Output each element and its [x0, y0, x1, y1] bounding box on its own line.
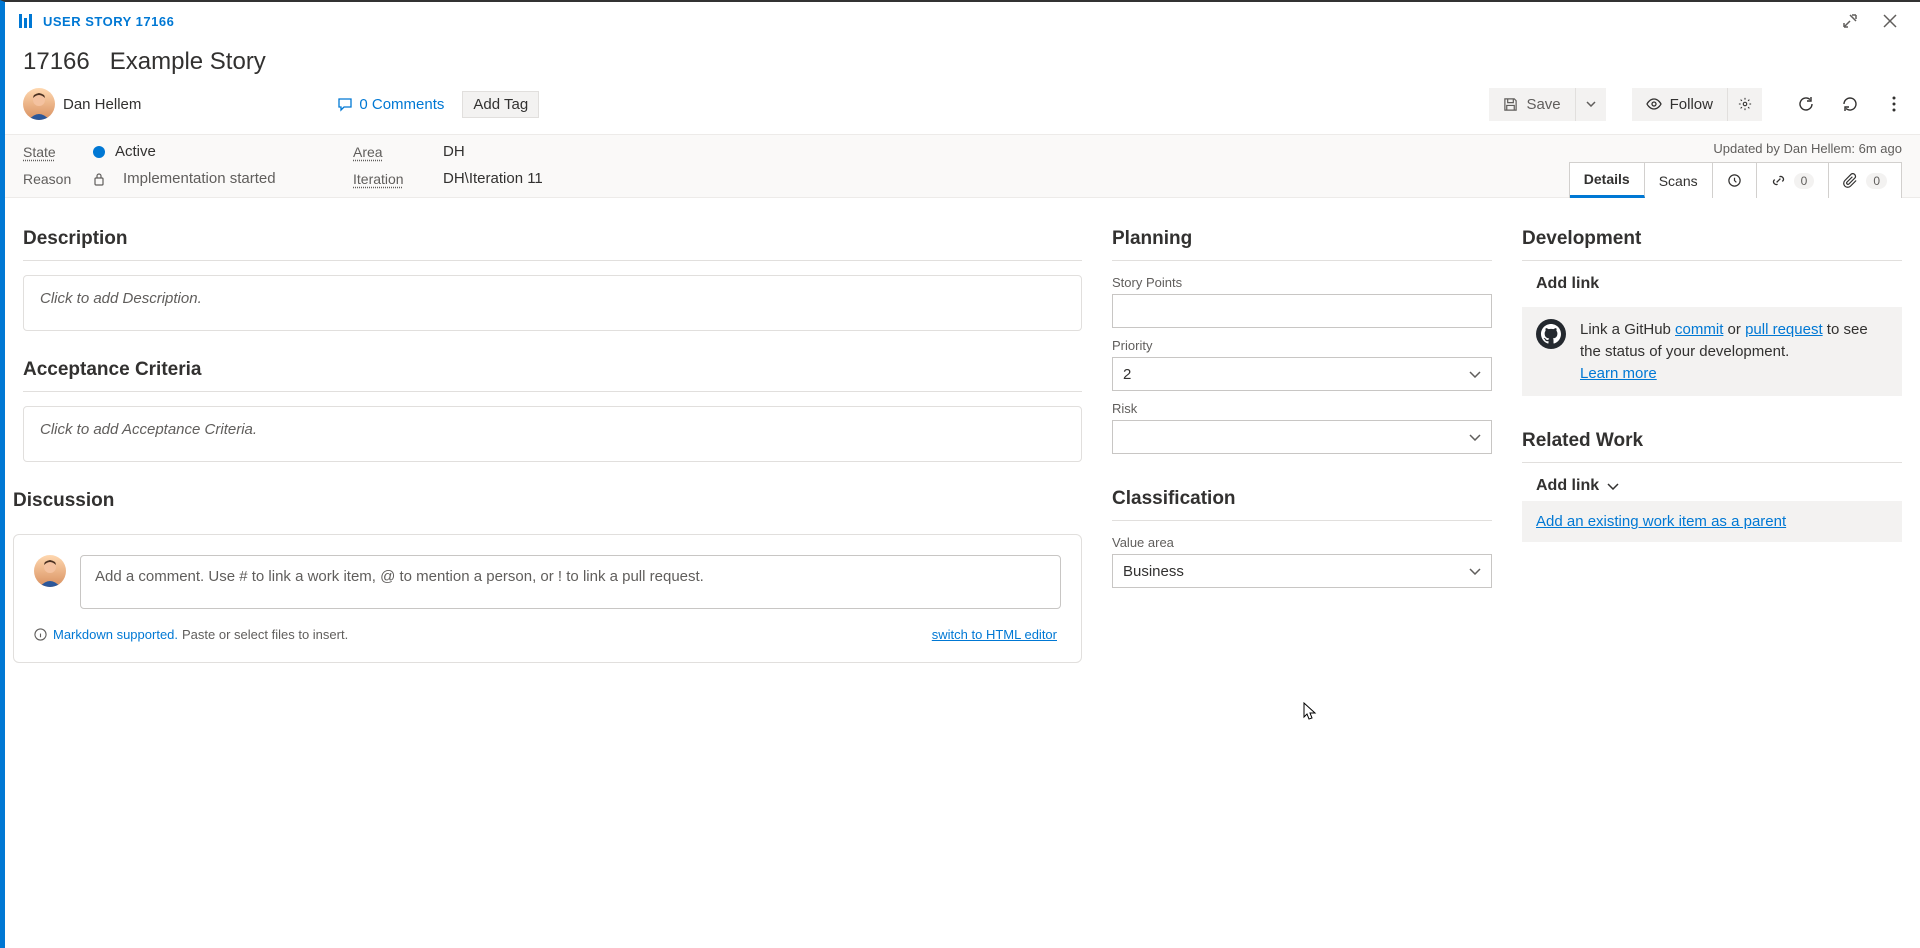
priority-label: Priority	[1112, 338, 1492, 353]
attachments-count: 0	[1866, 173, 1887, 189]
pull-request-link[interactable]: pull request	[1745, 321, 1823, 338]
discussion-heading: Discussion	[13, 490, 1082, 512]
attachment-icon	[1843, 173, 1858, 188]
add-parent-link[interactable]: Add an existing work item as a parent	[1536, 513, 1786, 530]
header-row: 17166 Example Story	[5, 40, 1920, 80]
info-icon	[34, 628, 47, 641]
state-indicator-icon	[93, 146, 105, 158]
work-item-id: 17166	[23, 48, 90, 76]
dev-text-prefix: Link a GitHub	[1580, 321, 1675, 338]
more-actions-button[interactable]	[1876, 86, 1912, 122]
comments-count-label: 0 Comments	[359, 96, 444, 113]
tab-history[interactable]	[1713, 163, 1757, 198]
priority-select[interactable]: 2	[1112, 357, 1492, 391]
assignee-avatar[interactable]	[23, 88, 55, 120]
risk-select[interactable]	[1112, 420, 1492, 454]
restore-window-button[interactable]	[1830, 6, 1870, 36]
discussion-box: Add a comment. Use # to link a work item…	[13, 534, 1082, 663]
development-add-link[interactable]: Add link	[1522, 275, 1599, 293]
chevron-down-icon	[1469, 434, 1481, 441]
cursor-icon	[1303, 702, 1317, 720]
acceptance-criteria-input[interactable]: Click to add Acceptance Criteria.	[23, 406, 1082, 462]
chevron-down-icon	[1469, 371, 1481, 378]
history-icon	[1727, 173, 1742, 188]
current-user-avatar	[34, 555, 66, 587]
tab-attachments[interactable]: 0	[1829, 163, 1901, 198]
content-area: Description Click to add Description. Ac…	[5, 198, 1920, 721]
add-parent-box: Add an existing work item as a parent	[1522, 501, 1902, 542]
chevron-down-icon	[1469, 568, 1481, 575]
add-tag-button[interactable]: Add Tag	[462, 91, 539, 118]
value-area-label: Value area	[1112, 535, 1492, 550]
iteration-value[interactable]: DH\Iteration 11	[443, 170, 843, 187]
github-icon	[1536, 319, 1566, 349]
area-label: Area	[353, 144, 443, 160]
title-bar: USER STORY 17166	[5, 2, 1920, 40]
planning-heading: Planning	[1112, 228, 1492, 250]
comments-link[interactable]: 0 Comments	[337, 96, 444, 113]
description-input[interactable]: Click to add Description.	[23, 275, 1082, 331]
follow-button-label: Follow	[1670, 96, 1713, 113]
related-work-heading: Related Work	[1522, 430, 1902, 452]
risk-label: Risk	[1112, 401, 1492, 416]
close-button[interactable]	[1870, 6, 1910, 36]
story-points-input[interactable]	[1112, 294, 1492, 328]
refresh-button[interactable]	[1788, 86, 1824, 122]
comment-input[interactable]: Add a comment. Use # to link a work item…	[80, 555, 1061, 609]
related-add-link-button[interactable]: Add link	[1522, 477, 1619, 495]
save-button-label: Save	[1526, 96, 1560, 113]
toolbar: Dan Hellem 0 Comments Add Tag Save Follo…	[5, 80, 1920, 134]
commit-link[interactable]: commit	[1675, 321, 1723, 338]
tab-links[interactable]: 0	[1757, 163, 1830, 198]
follow-button[interactable]: Follow	[1632, 88, 1727, 121]
links-count: 0	[1794, 173, 1815, 189]
value-area-select[interactable]: Business	[1112, 554, 1492, 588]
development-hint-box: Link a GitHub commit or pull request to …	[1522, 307, 1902, 396]
chevron-down-icon	[1607, 483, 1619, 490]
markdown-supported-link[interactable]: Markdown supported.	[53, 627, 178, 642]
markdown-hint: Paste or select files to insert.	[182, 627, 348, 642]
follow-settings-button[interactable]	[1727, 88, 1762, 121]
area-value[interactable]: DH	[443, 143, 843, 160]
save-dropdown-button[interactable]	[1575, 88, 1606, 121]
reason-value[interactable]: Implementation started	[93, 170, 353, 187]
work-item-title[interactable]: Example Story	[110, 48, 266, 76]
state-value[interactable]: Active	[93, 143, 353, 160]
development-heading: Development	[1522, 228, 1902, 250]
description-heading: Description	[23, 228, 1082, 250]
assignee-name[interactable]: Dan Hellem	[63, 96, 141, 113]
lock-icon	[93, 172, 105, 186]
tab-details[interactable]: Details	[1570, 163, 1645, 198]
learn-more-link[interactable]: Learn more	[1580, 365, 1657, 382]
user-story-icon	[19, 14, 35, 28]
classification-heading: Classification	[1112, 488, 1492, 510]
acceptance-criteria-heading: Acceptance Criteria	[23, 359, 1082, 381]
save-button[interactable]: Save	[1489, 88, 1574, 121]
iteration-label: Iteration	[353, 171, 443, 187]
reason-label: Reason	[23, 171, 93, 187]
switch-html-editor-link[interactable]: switch to HTML editor	[932, 627, 1057, 642]
tab-strip: Details Scans 0 0	[1569, 162, 1902, 198]
state-label: State	[23, 144, 93, 160]
state-bar: Updated by Dan Hellem: 6m ago State Acti…	[5, 134, 1920, 198]
link-icon	[1771, 173, 1786, 188]
story-points-label: Story Points	[1112, 275, 1492, 290]
window-title: USER STORY 17166	[43, 14, 174, 29]
updated-by-label: Updated by Dan Hellem: 6m ago	[1713, 141, 1902, 156]
tab-scans[interactable]: Scans	[1645, 163, 1713, 198]
undo-button[interactable]	[1832, 86, 1868, 122]
dev-text-mid: or	[1723, 321, 1745, 338]
